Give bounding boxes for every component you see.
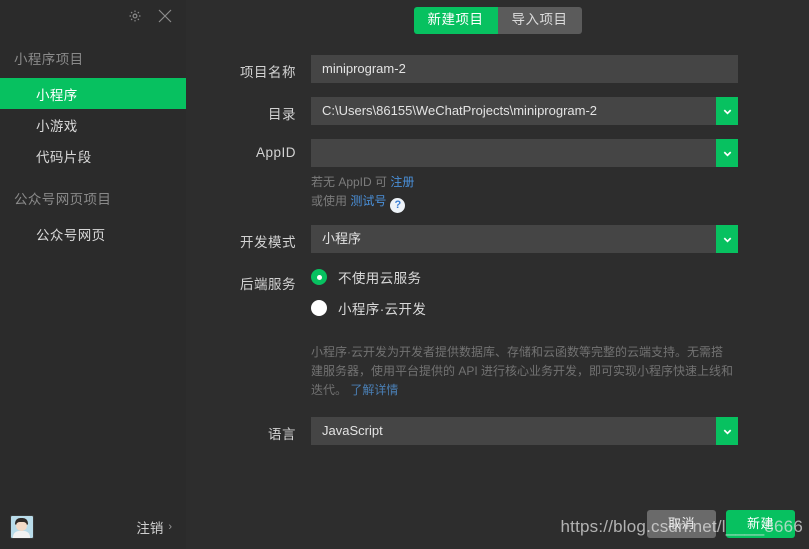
window-titlebar [0, 0, 186, 31]
cancel-button[interactable]: 取消 [646, 509, 716, 538]
tab-import-project[interactable]: 导入项目 [497, 7, 582, 35]
chevron-down-icon [723, 237, 731, 243]
chevron-down-icon [723, 151, 731, 157]
close-icon[interactable] [156, 7, 174, 25]
language-label: 语言 [268, 427, 296, 443]
avatar-body [13, 530, 30, 538]
dev-mode-label: 开发模式 [240, 235, 296, 251]
radio-label-cloud-dev: 小程序·云开发 [338, 302, 427, 318]
dialog-footer: 取消 新建 [646, 509, 795, 538]
form-row-project-name: 项目名称 [186, 55, 809, 84]
logout-label: 注销 [136, 520, 164, 536]
help-icon[interactable]: ? [390, 198, 406, 214]
sidebar-item-code-snippet[interactable]: 代码片段 [0, 140, 186, 171]
appid-hint-line2: 或使用 测试号? [311, 192, 738, 214]
appid-label: AppID [255, 145, 296, 161]
sidebar-group-miniprogram: 小程序项目 小程序 小游戏 代码片段 [0, 48, 186, 171]
project-name-label: 项目名称 [240, 65, 296, 81]
test-account-link[interactable]: 测试号 [350, 194, 386, 208]
sidebar-item-minigame[interactable]: 小游戏 [0, 109, 186, 140]
tab-label: 导入项目 [511, 12, 568, 27]
radio-row-cloud-dev[interactable]: 小程序·云开发 [311, 298, 738, 318]
dev-mode-dropdown-button[interactable] [716, 225, 738, 254]
form-row-appid: AppID [186, 139, 809, 168]
sidebar-item-official-webpage[interactable]: 公众号网页 [0, 218, 186, 249]
create-label: 新建 [746, 515, 774, 531]
form-row-directory: 目录 [186, 97, 809, 126]
register-link[interactable]: 注册 [390, 175, 414, 189]
directory-field [311, 97, 738, 126]
radio-cloud-dev[interactable] [311, 300, 327, 317]
dev-mode-select[interactable] [311, 225, 716, 254]
tab-bar: 新建项目 导入项目 [413, 7, 582, 35]
dev-mode-field [311, 225, 738, 254]
app-window: 小程序项目 小程序 小游戏 代码片段 公众号网页项目 公众号网页 注销 › 新建… [0, 0, 809, 549]
sidebar-item-label: 代码片段 [36, 149, 92, 165]
language-field [311, 417, 738, 446]
cancel-label: 取消 [667, 515, 695, 531]
sidebar-item-label: 小程序 [36, 87, 78, 103]
appid-input[interactable] [311, 139, 716, 168]
tab-bar-container: 新建项目 导入项目 [186, 0, 809, 35]
sidebar: 小程序项目 小程序 小游戏 代码片段 公众号网页项目 公众号网页 注销 › [0, 0, 186, 549]
directory-dropdown-button[interactable] [716, 97, 738, 126]
sidebar-item-label: 小游戏 [36, 118, 78, 134]
appid-hint-prefix2: 或使用 [311, 194, 351, 209]
radio-label-no-cloud: 不使用云服务 [338, 271, 422, 287]
backend-service-label: 后端服务 [240, 277, 296, 293]
radio-row-no-cloud[interactable]: 不使用云服务 [311, 267, 738, 287]
chevron-down-icon [723, 429, 731, 435]
learn-more-link[interactable]: 了解详情 [350, 383, 398, 397]
logout-button[interactable]: 注销 › [136, 517, 172, 537]
sidebar-group-title: 公众号网页项目 [14, 192, 112, 207]
form-row-language: 语言 [186, 417, 809, 446]
chevron-right-icon: › [168, 520, 172, 533]
create-button[interactable]: 新建 [725, 509, 795, 538]
appid-hint-line1: 若无 AppID 可 注册 [311, 173, 738, 192]
directory-label: 目录 [268, 107, 296, 123]
tab-new-project[interactable]: 新建项目 [413, 7, 498, 35]
backend-service-options: 不使用云服务 小程序·云开发 [311, 267, 738, 329]
appid-hint-prefix: 若无 AppID 可 [311, 175, 391, 190]
directory-input[interactable] [311, 97, 716, 126]
language-select[interactable] [311, 417, 716, 446]
sidebar-item-label: 公众号网页 [36, 227, 106, 243]
sidebar-item-miniprogram[interactable]: 小程序 [0, 78, 186, 109]
project-name-field [311, 55, 738, 84]
tab-label: 新建项目 [427, 12, 484, 27]
sidebar-group-official-account: 公众号网页项目 公众号网页 [0, 188, 186, 249]
form-row-backend-service: 后端服务 不使用云服务 小程序·云开发 [186, 267, 809, 329]
avatar[interactable] [10, 514, 34, 539]
chevron-down-icon [723, 109, 731, 115]
appid-hint: 若无 AppID 可 注册 或使用 测试号? [311, 173, 738, 214]
sidebar-group-title: 小程序项目 [14, 52, 84, 67]
avatar-face [16, 521, 27, 531]
language-dropdown-button[interactable] [716, 417, 738, 446]
project-name-input[interactable] [311, 55, 738, 84]
radio-no-cloud[interactable] [311, 269, 327, 286]
appid-dropdown-button[interactable] [716, 139, 738, 168]
gear-icon[interactable] [128, 9, 142, 23]
backend-description: 小程序·云开发为开发者提供数据库、存储和云函数等完整的云端支持。无需搭建服务器，… [311, 343, 733, 400]
project-form: 项目名称 目录 AppID [186, 55, 809, 446]
appid-field [311, 139, 738, 168]
main-panel: 新建项目 导入项目 项目名称 目录 [186, 0, 809, 549]
sidebar-footer: 注销 › [0, 504, 186, 549]
form-row-dev-mode: 开发模式 [186, 225, 809, 254]
